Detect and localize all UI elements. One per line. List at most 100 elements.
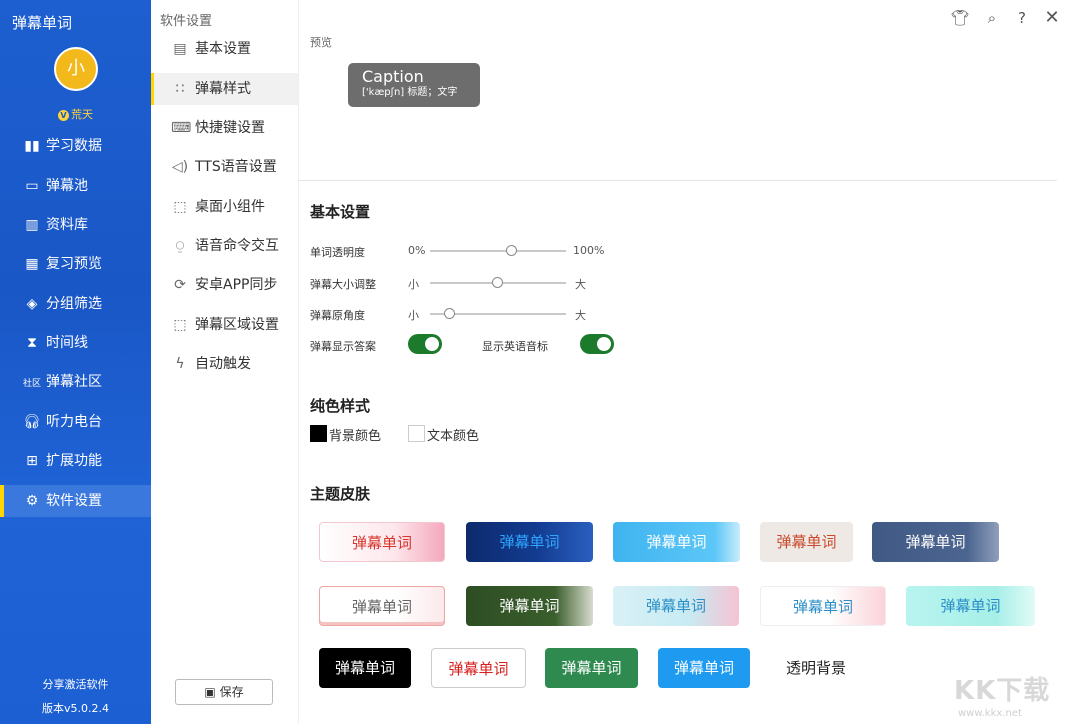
size-slider-thumb[interactable] [492,277,503,288]
radius-slider-thumb[interactable] [444,308,456,319]
sidebar-item-label: 时间线 [46,335,88,351]
community-icon: 社区 [22,379,41,389]
sidebar-item-review-preview[interactable]: ▦ 复习预览 [0,248,151,280]
menu-item-android-sync[interactable]: ⟳ 安卓APP同步 [151,269,298,301]
sidebar-item-community[interactable]: 社区 弹幕社区 [0,366,151,398]
main-sidebar: 弹幕单词 小 V 荒天 ▮▮ 学习数据 ▭ 弹幕池 ▥ 资料库 ▦ 复习预览 ◈ 分组筛选 … [0,0,151,724]
sidebar-item-label: 弹幕池 [46,178,88,194]
menu-item-label: 基本设置 [195,41,251,57]
size-slider[interactable] [430,277,566,288]
vip-icon: V [58,110,69,121]
vip-level-label: 荒天 [71,108,93,121]
vip-level[interactable]: V 荒天 [58,106,93,122]
speaker-icon: ◁) [171,159,189,175]
menu-item-label: 语音命令交互 [195,238,279,254]
skin-blue[interactable]: 弹幕单词 [658,648,750,688]
menu-item-label: TTS语音设置 [195,159,277,175]
menu-item-danmu-style[interactable]: ∷ 弹幕样式 [151,73,298,105]
save-button[interactable]: ▣ 保存 [175,679,273,705]
section-basic-title: 基本设置 [310,203,371,221]
sidebar-item-settings[interactable]: ⚙ 软件设置 [0,485,151,517]
microphone-icon: ⍜ [175,238,185,254]
grid-icon: ⊞ [26,453,38,469]
section-solid-title: 纯色样式 [310,397,371,415]
bg-color-label[interactable]: 背景颜色 [329,425,381,444]
sidebar-item-radio[interactable]: 🎧︎ 听力电台 [0,406,151,438]
save-button-label: 保存 [219,685,244,699]
menu-item-voice-command[interactable]: ⍜ 语音命令交互 [151,230,298,262]
headphones-icon: 🎧︎ [23,414,41,430]
text-color-swatch[interactable] [408,425,425,442]
show-phonetic-toggle[interactable] [580,334,614,354]
menu-item-region[interactable]: ⬚ 弹幕区域设置 [151,309,298,341]
skin-sky-blue[interactable]: 弹幕单词 [613,522,740,562]
skin-slate[interactable]: 弹幕单词 [872,522,999,562]
sidebar-item-extensions[interactable]: ⊞ 扩展功能 [0,445,151,477]
skin-sakura[interactable]: 弹幕单词 [319,522,445,562]
menu-item-widget[interactable]: ⬚ 桌面小组件 [151,191,298,223]
skin-deep-sea[interactable]: 弹幕单词 [466,522,593,562]
text-color-label[interactable]: 文本颜色 [427,425,479,444]
skin-green[interactable]: 弹幕单词 [545,648,638,688]
preview-caption: Caption ['kæpʃn] 标题；文字 [348,63,480,107]
skin-mint[interactable]: 弹幕单词 [906,586,1035,626]
radius-max: 大 [575,309,586,322]
skin-balloon[interactable]: 弹幕单词 [613,586,739,626]
skin-white-red[interactable]: 弹幕单词 [431,648,526,688]
menu-item-label: 桌面小组件 [195,199,265,215]
opacity-min: 0% [408,244,426,257]
skin-transparent[interactable]: 透明背景 [770,648,862,688]
opacity-slider[interactable] [430,245,566,256]
sidebar-item-timeline[interactable]: ⧗ 时间线 [0,327,151,359]
close-icon[interactable]: ✕ [1042,8,1062,28]
preview-word: Caption [362,67,424,86]
sidebar-item-label: 分组筛选 [46,296,102,312]
share-activate-link[interactable]: 分享激活软件 [0,676,151,692]
avatar[interactable]: 小 [54,47,98,91]
skin-cute-cat[interactable]: 弹幕单词 [319,586,445,626]
hourglass-icon: ⧗ [27,335,37,351]
sidebar-item-library[interactable]: ▥ 资料库 [0,209,151,241]
sidebar-item-danmu-pool[interactable]: ▭ 弹幕池 [0,170,151,202]
opacity-slider-thumb[interactable] [505,245,517,256]
skin-pink-flower[interactable]: 弹幕单词 [760,586,886,626]
widget-icon: ⬚ [173,199,187,215]
radius-slider[interactable] [430,308,566,319]
sidebar-item-label: 复习预览 [46,256,102,272]
menu-item-hotkeys[interactable]: ⌨ 快捷键设置 [151,112,298,144]
bar-chart-icon: ▮▮ [24,138,40,154]
palette-icon: ∷ [175,81,185,97]
preview-label: 预览 [310,36,332,49]
menu-item-tts[interactable]: ◁) TTS语音设置 [151,151,298,183]
skin-shirt-icon[interactable]: 👕︎ [950,8,970,28]
clipboard-icon: ▤ [173,41,187,57]
search-icon[interactable]: ⌕ [982,8,1002,28]
show-answer-toggle[interactable] [408,334,442,354]
opacity-max: 100% [573,244,605,257]
menu-item-auto-trigger[interactable]: ϟ 自动触发 [151,348,298,380]
radius-min: 小 [408,309,419,322]
skin-beige[interactable]: 弹幕单词 [760,522,853,562]
menu-item-basic[interactable]: ▤ 基本设置 [151,33,298,65]
sidebar-item-study-data[interactable]: ▮▮ 学习数据 [0,130,151,162]
bg-color-swatch[interactable] [310,425,327,442]
sidebar-item-label: 软件设置 [46,493,102,509]
help-icon[interactable]: ? [1012,8,1032,28]
show-answer-label: 弹幕显示答案 [310,340,376,353]
size-max: 大 [575,278,586,291]
radius-label: 弹幕原角度 [310,309,365,322]
pool-icon: ▭ [25,178,39,194]
keyboard-icon: ⌨ [171,120,192,136]
calendar-icon: ▦ [25,256,39,272]
sidebar-item-label: 资料库 [46,217,88,233]
sync-icon: ⟳ [174,277,186,293]
sidebar-item-group-filter[interactable]: ◈ 分组筛选 [0,288,151,320]
watermark-logo: KK下载 [954,676,1051,706]
sidebar-item-label: 扩展功能 [46,453,102,469]
opacity-label: 单词透明度 [310,246,365,259]
settings-title: 软件设置 [160,14,213,29]
sidebar-item-label: 弹幕社区 [46,374,102,390]
skin-black[interactable]: 弹幕单词 [319,648,411,688]
settings-menu: 软件设置 ▤ 基本设置 ∷ 弹幕样式 ⌨ 快捷键设置 ◁) TTS语音设置 ⬚ 桌面小组件… [151,0,299,724]
skin-forest-girl[interactable]: 弹幕单词 [466,586,593,626]
